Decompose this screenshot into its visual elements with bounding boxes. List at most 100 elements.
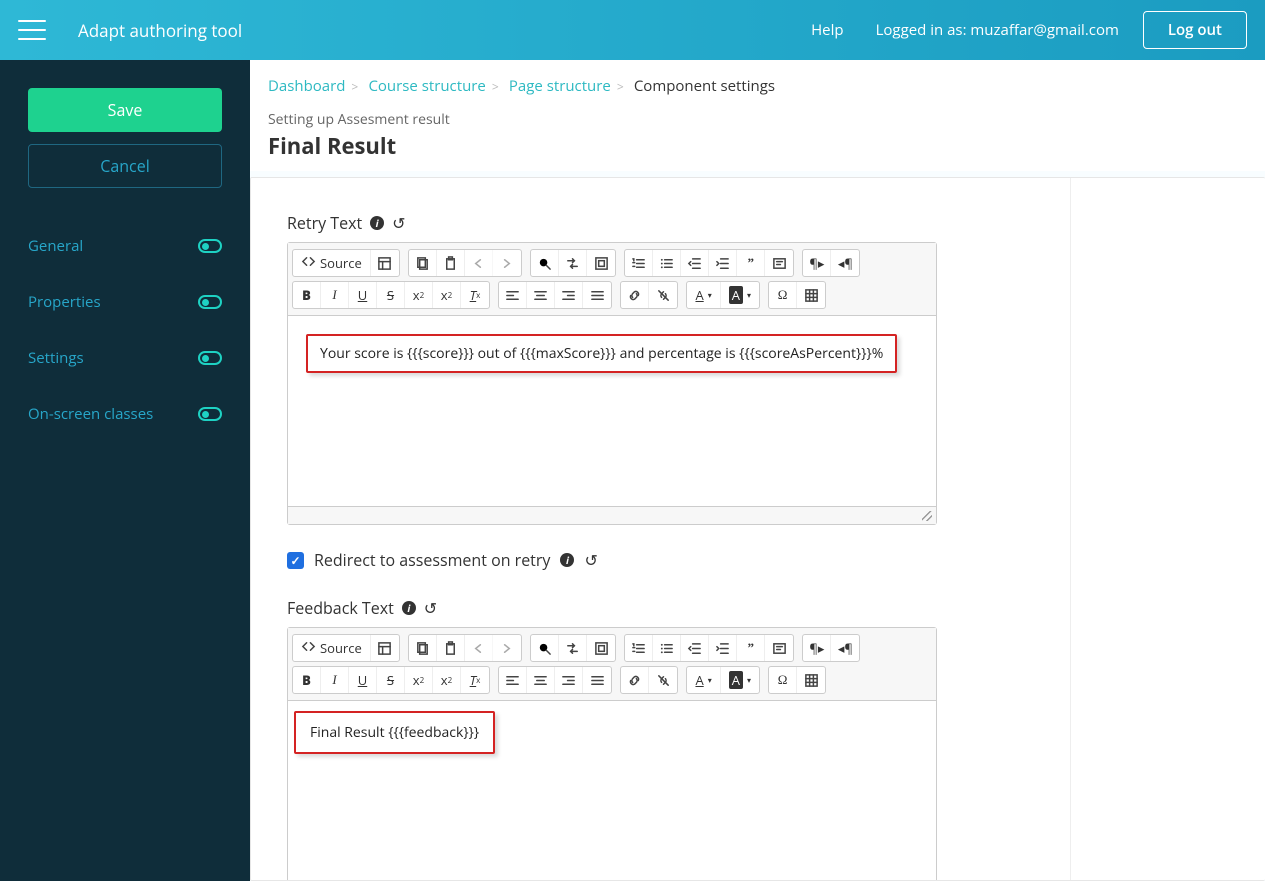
indent-icon[interactable]	[709, 635, 737, 661]
strike-icon[interactable]: S	[377, 282, 405, 308]
find-icon[interactable]	[531, 635, 559, 661]
textcolor-icon[interactable]: A▾	[687, 667, 720, 693]
indent-icon[interactable]	[709, 250, 737, 276]
specialchar-icon[interactable]: Ω	[769, 282, 797, 308]
selectall-icon[interactable]	[587, 635, 615, 661]
link-icon[interactable]	[621, 667, 649, 693]
subscript-icon[interactable]: x2	[405, 282, 433, 308]
page-subtitle: Setting up Assesment result	[268, 110, 1247, 129]
breadcrumb-current: Component settings	[634, 76, 775, 96]
codeblock-icon[interactable]	[765, 635, 793, 661]
page-title: Final Result	[268, 131, 1247, 171]
toggle-icon	[198, 351, 222, 365]
numbered-list-icon[interactable]	[625, 635, 653, 661]
field-label-feedback: Feedback Text i ↺	[287, 597, 1229, 619]
paste-icon[interactable]	[437, 250, 465, 276]
sidebar-item-label: On-screen classes	[28, 404, 153, 424]
cancel-button[interactable]: Cancel	[28, 144, 222, 188]
reset-icon[interactable]: ↺	[424, 597, 437, 619]
align-left-icon[interactable]	[499, 282, 527, 308]
rtl-icon[interactable]: ◂¶	[831, 250, 859, 276]
bold-icon[interactable]: B	[293, 282, 321, 308]
rtl-icon[interactable]: ◂¶	[831, 635, 859, 661]
source-button[interactable]: Source	[293, 250, 371, 276]
table-icon[interactable]	[797, 282, 825, 308]
templates-icon[interactable]	[371, 250, 399, 276]
outdent-icon[interactable]	[681, 250, 709, 276]
bulleted-list-icon[interactable]	[653, 635, 681, 661]
align-justify-icon[interactable]	[583, 667, 611, 693]
find-icon[interactable]	[531, 250, 559, 276]
superscript-icon[interactable]: x2	[433, 667, 461, 693]
sidebar-item-on-screen-classes[interactable]: On-screen classes	[28, 386, 222, 442]
ltr-icon[interactable]: ¶▸	[803, 635, 831, 661]
redirect-label: Redirect to assessment on retry	[314, 549, 550, 571]
breadcrumb-link[interactable]: Dashboard	[268, 76, 345, 96]
ltr-icon[interactable]: ¶▸	[803, 250, 831, 276]
info-icon[interactable]: i	[560, 553, 574, 567]
redo-icon[interactable]	[493, 250, 521, 276]
breadcrumb-link[interactable]: Page structure	[509, 76, 611, 96]
replace-icon[interactable]	[559, 250, 587, 276]
align-right-icon[interactable]	[555, 282, 583, 308]
specialchar-icon[interactable]: Ω	[769, 667, 797, 693]
source-button[interactable]: Source	[293, 635, 371, 661]
bgcolor-icon[interactable]: A▾	[721, 282, 759, 308]
replace-icon[interactable]	[559, 635, 587, 661]
copy-icon[interactable]	[409, 250, 437, 276]
sidebar-item-settings[interactable]: Settings	[28, 330, 222, 386]
bulleted-list-icon[interactable]	[653, 250, 681, 276]
undo-icon[interactable]	[465, 250, 493, 276]
italic-icon[interactable]: I	[321, 667, 349, 693]
align-center-icon[interactable]	[527, 282, 555, 308]
blockquote-icon[interactable]: ”	[737, 635, 765, 661]
editor-body-feedback[interactable]: Final Result {{{feedback}}}	[288, 701, 936, 881]
superscript-icon[interactable]: x2	[433, 282, 461, 308]
underline-icon[interactable]: U	[349, 282, 377, 308]
undo-icon[interactable]	[465, 635, 493, 661]
templates-icon[interactable]	[371, 635, 399, 661]
copy-icon[interactable]	[409, 635, 437, 661]
info-icon[interactable]: i	[370, 216, 384, 230]
redo-icon[interactable]	[493, 635, 521, 661]
paste-icon[interactable]	[437, 635, 465, 661]
sidebar-item-properties[interactable]: Properties	[28, 274, 222, 330]
align-left-icon[interactable]	[499, 667, 527, 693]
table-icon[interactable]	[797, 667, 825, 693]
save-button[interactable]: Save	[28, 88, 222, 132]
selectall-icon[interactable]	[587, 250, 615, 276]
outdent-icon[interactable]	[681, 635, 709, 661]
editor-feedback: Source	[287, 627, 937, 881]
editor-content-feedback: Final Result {{{feedback}}}	[294, 711, 495, 754]
sidebar-item-general[interactable]: General	[28, 218, 222, 274]
removeformat-icon[interactable]: Tx	[461, 282, 489, 308]
blockquote-icon[interactable]: ”	[737, 250, 765, 276]
reset-icon[interactable]: ↺	[584, 549, 597, 571]
underline-icon[interactable]: U	[349, 667, 377, 693]
bgcolor-icon[interactable]: A▾	[721, 667, 759, 693]
editor-body-retry[interactable]: Your score is {{{score}}} out of {{{maxS…	[288, 316, 936, 506]
bold-icon[interactable]: B	[293, 667, 321, 693]
align-center-icon[interactable]	[527, 667, 555, 693]
strike-icon[interactable]: S	[377, 667, 405, 693]
align-justify-icon[interactable]	[583, 282, 611, 308]
app-name: Adapt authoring tool	[78, 19, 242, 42]
align-right-icon[interactable]	[555, 667, 583, 693]
link-icon[interactable]	[621, 282, 649, 308]
codeblock-icon[interactable]	[765, 250, 793, 276]
redirect-checkbox[interactable]: ✓	[287, 552, 304, 569]
textcolor-icon[interactable]: A▾	[687, 282, 720, 308]
hamburger-icon[interactable]	[18, 20, 46, 40]
resize-handle[interactable]	[288, 506, 936, 524]
unlink-icon[interactable]	[649, 282, 677, 308]
italic-icon[interactable]: I	[321, 282, 349, 308]
unlink-icon[interactable]	[649, 667, 677, 693]
removeformat-icon[interactable]: Tx	[461, 667, 489, 693]
numbered-list-icon[interactable]	[625, 250, 653, 276]
help-link[interactable]: Help	[811, 20, 843, 40]
logout-button[interactable]: Log out	[1143, 11, 1247, 49]
breadcrumb-link[interactable]: Course structure	[368, 76, 485, 96]
reset-icon[interactable]: ↺	[392, 212, 405, 234]
subscript-icon[interactable]: x2	[405, 667, 433, 693]
info-icon[interactable]: i	[402, 601, 416, 615]
